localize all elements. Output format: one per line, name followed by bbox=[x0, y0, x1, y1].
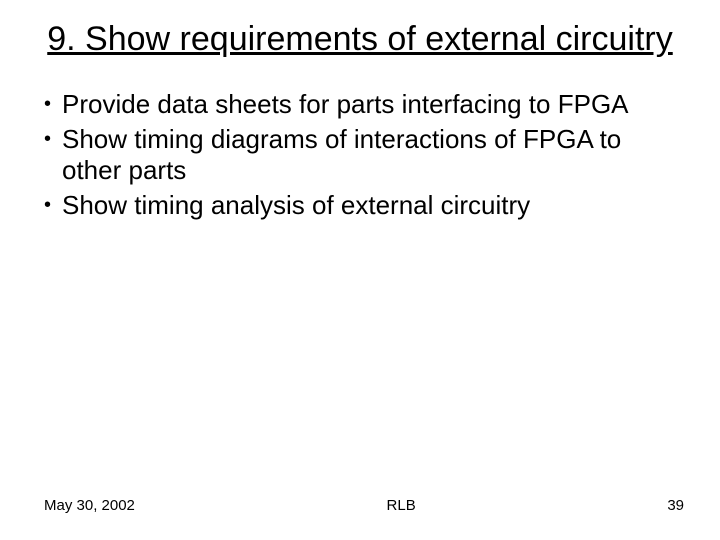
slide: 9. Show requirements of external circuit… bbox=[0, 0, 720, 540]
bullet-icon: • bbox=[44, 190, 62, 220]
footer-center: RLB bbox=[135, 497, 667, 514]
list-item: • Provide data sheets for parts interfac… bbox=[44, 89, 684, 120]
bullet-text: Show timing diagrams of interactions of … bbox=[62, 124, 684, 186]
slide-title: 9. Show requirements of external circuit… bbox=[46, 18, 674, 61]
list-item: • Show timing diagrams of interactions o… bbox=[44, 124, 684, 186]
list-item: • Show timing analysis of external circu… bbox=[44, 190, 684, 221]
bullet-text: Show timing analysis of external circuit… bbox=[62, 190, 684, 221]
bullet-icon: • bbox=[44, 124, 62, 154]
bullet-list: • Provide data sheets for parts interfac… bbox=[36, 89, 684, 222]
bullet-text: Provide data sheets for parts interfacin… bbox=[62, 89, 684, 120]
bullet-icon: • bbox=[44, 89, 62, 119]
footer: May 30, 2002 RLB 39 bbox=[0, 497, 720, 514]
footer-date: May 30, 2002 bbox=[44, 497, 135, 514]
footer-page-number: 39 bbox=[667, 497, 684, 514]
